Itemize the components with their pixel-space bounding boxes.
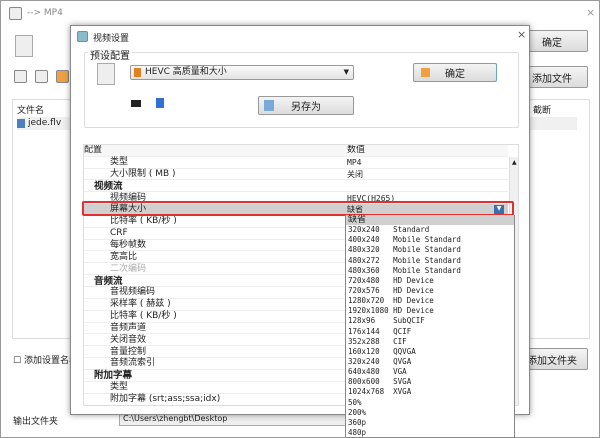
preset-select[interactable]: HEVC 高质量和大小 ▼ xyxy=(130,65,354,80)
dropdown-option[interactable]: 640x480 VGA xyxy=(346,367,514,377)
row-key: 音量控制 xyxy=(110,346,147,357)
highlight-box xyxy=(82,201,514,216)
row-key: 附加字幕 (srt;ass;ssa;idx) xyxy=(110,394,221,404)
row-value: 关闭 xyxy=(347,169,363,179)
header-key: 配置 xyxy=(84,145,103,155)
row-value: MP4 xyxy=(347,158,362,167)
dropdown-option[interactable]: 720x480 HD Device xyxy=(346,276,514,286)
row-key: 比特率 ( KB/秒 ) xyxy=(110,216,177,227)
dropdown-option[interactable]: 480x360 Mobile Standard xyxy=(346,266,514,276)
ok-label: 确定 xyxy=(445,69,465,80)
preset-icon xyxy=(134,68,141,77)
dropdown-option[interactable]: 160x120 QQVGA xyxy=(346,347,514,357)
mp4-file-icon xyxy=(15,35,33,57)
row-key: 音频声道 xyxy=(110,322,147,333)
dropdown-option[interactable]: 1024x768 XVGA xyxy=(346,387,514,397)
row-key: 采样率 ( 赫兹 ) xyxy=(110,299,171,310)
column-right[interactable]: 截断 xyxy=(533,103,551,116)
dropdown-option[interactable]: 480p xyxy=(346,428,514,438)
dropdown-option[interactable]: 128x96 SubQCIF xyxy=(346,316,514,326)
add-setting-name-checkbox[interactable]: ☐ 添加设置名称 xyxy=(13,353,78,366)
row-key: 每秒帧数 xyxy=(110,239,147,250)
grid-row[interactable]: 大小限制 ( MB ) 关闭 xyxy=(84,169,508,181)
dropdown-option[interactable]: 50% xyxy=(346,398,514,408)
dialog-title: 视频设置 xyxy=(93,34,130,44)
save-as-button[interactable]: 另存为 xyxy=(258,96,354,115)
dropdown-option[interactable]: 352x288 CIF xyxy=(346,337,514,347)
column-filename[interactable]: 文件名 xyxy=(17,103,44,116)
dialog-icon xyxy=(77,31,88,42)
grid-row[interactable]: 视频流 xyxy=(84,181,508,193)
grid-header: 配置 数值 xyxy=(84,145,508,157)
save-icon xyxy=(264,100,274,111)
row-key: 音频流索引 xyxy=(110,358,156,369)
mp4-preset-icon xyxy=(97,63,115,85)
dropdown-option[interactable]: 720x576 HD Device xyxy=(346,286,514,296)
file-icon xyxy=(17,119,25,128)
row-key: 视频流 xyxy=(94,180,123,192)
dropdown-option[interactable]: 800x600 SVGA xyxy=(346,377,514,387)
dropdown-option[interactable]: 320x240 QVGA xyxy=(346,357,514,367)
save-as-label: 另存为 xyxy=(291,102,321,113)
delete-icon[interactable] xyxy=(35,70,48,83)
close-icon[interactable]: × xyxy=(586,6,595,19)
play-icon[interactable] xyxy=(56,70,69,83)
window-title: --> MP4 xyxy=(27,8,63,18)
arrow-icon xyxy=(421,68,430,77)
row-key: 附加字幕 xyxy=(94,370,133,382)
dropdown-option[interactable]: 320x240 Standard xyxy=(346,225,514,235)
dropdown-option[interactable]: 1920x1080 HD Device xyxy=(346,306,514,316)
row-key: 二次编码 xyxy=(110,263,147,274)
preset-group-label: 预设配置 xyxy=(88,47,132,62)
preset-value: HEVC 高质量和大小 xyxy=(145,67,227,77)
row-key: 大小限制 ( MB ) xyxy=(110,168,176,179)
row-key: 关闭音效 xyxy=(110,334,147,345)
dialog-ok-button[interactable]: 确定 xyxy=(413,63,497,82)
dropdown-option[interactable]: 176x144 QCIF xyxy=(346,327,514,337)
dropdown-option[interactable]: 360p xyxy=(346,418,514,428)
file-name: jede.flv xyxy=(28,118,62,128)
row-key: 类型 xyxy=(110,382,129,393)
dropdown-option[interactable]: 480x272 Mobile Standard xyxy=(346,256,514,266)
app-icon xyxy=(9,7,22,20)
dropdown-option[interactable]: 480x320 Mobile Standard xyxy=(346,245,514,255)
dropdown-button-icon[interactable]: ▼ xyxy=(494,205,504,214)
scroll-up-icon[interactable]: ▲ xyxy=(510,159,517,166)
remove-icon[interactable] xyxy=(14,70,27,83)
cmd-icon[interactable] xyxy=(131,100,141,107)
grid-row[interactable]: 类型 MP4 xyxy=(84,157,508,169)
help-icon[interactable] xyxy=(156,98,164,108)
dropdown-option[interactable]: 缺省 xyxy=(346,215,514,226)
row-key: 比特率 ( KB/秒 ) xyxy=(110,311,177,322)
dialog-close-icon[interactable]: × xyxy=(517,28,526,41)
header-value: 数值 xyxy=(347,145,366,155)
row-key: 宽高比 xyxy=(110,251,138,262)
row-key: 音视频编码 xyxy=(110,287,156,298)
row-key: CRF xyxy=(110,228,128,239)
dropdown-option[interactable]: 200% xyxy=(346,408,514,418)
dropdown-option[interactable]: 400x240 Mobile Standard xyxy=(346,235,514,245)
chevron-down-icon: ▼ xyxy=(343,68,349,76)
output-folder-label: 输出文件夹 xyxy=(13,417,59,427)
screen-size-dropdown[interactable]: 缺省 320x240 Standard 400x240 Mobile Standar… xyxy=(345,215,515,438)
dropdown-option[interactable]: 1280x720 HD Device xyxy=(346,296,514,306)
row-key: 类型 xyxy=(110,157,129,167)
row-key: 音频流 xyxy=(94,275,123,287)
